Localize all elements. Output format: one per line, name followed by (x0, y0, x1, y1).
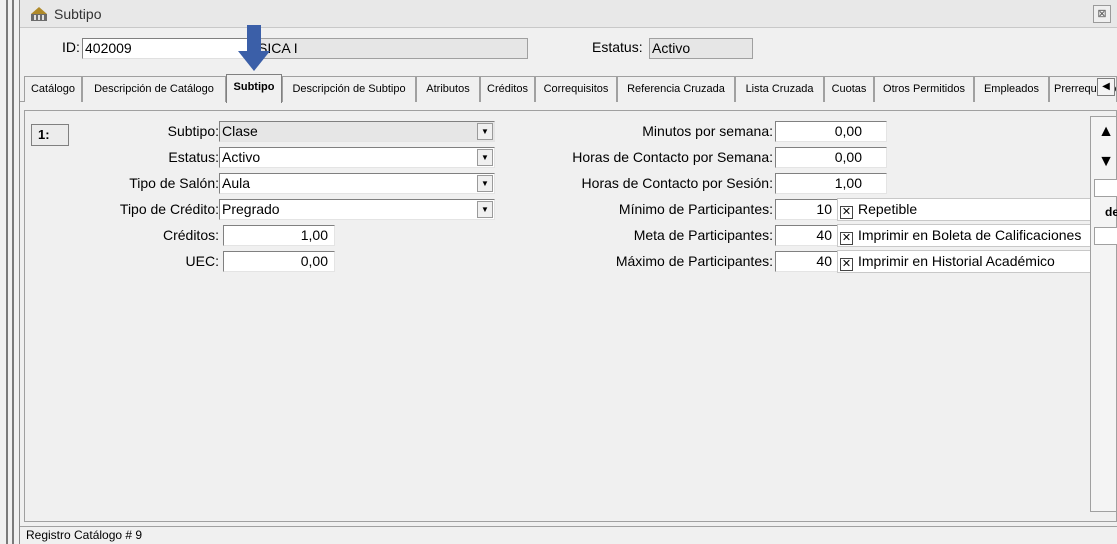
creditos-value: 1,00 (300, 227, 328, 243)
subtipo-panel: 1: Subtipo: Clase ▼ Estatus: Activo ▼ Ti… (24, 110, 1117, 522)
horas-sesion-field[interactable]: 1,00 (775, 173, 887, 194)
tab-catalogo[interactable]: Catálogo (24, 76, 82, 102)
edge-line (6, 0, 8, 544)
checkbox-checked-icon: ✕ (840, 206, 853, 219)
maximo-label: Máximo de Participantes: (615, 253, 773, 269)
checkbox-checked-icon: ✕ (840, 258, 853, 271)
title-bar: Subtipo ⊠ (20, 0, 1117, 28)
status-label: Estatus: (592, 39, 643, 55)
maximo-field[interactable]: 40 (775, 251, 839, 272)
subtipo-label: Subtipo: (167, 123, 219, 139)
imprimir-boleta-text: Imprimir en Boleta de Calificaciones (858, 227, 1082, 243)
meta-label: Meta de Participantes: (633, 227, 773, 243)
tipo-salon-select[interactable]: Aula ▼ (219, 173, 495, 194)
repetible-checkbox[interactable]: ✕ Repetible (837, 198, 1105, 221)
creditos-field[interactable]: 1,00 (223, 225, 335, 246)
subtipo-select[interactable]: Clase ▼ (219, 121, 495, 142)
tab-descripcion-catalogo[interactable]: Descripción de Catálogo (82, 76, 226, 102)
tab-subtipo[interactable]: Subtipo (226, 74, 282, 103)
creditos-label: Créditos: (162, 227, 219, 243)
tab-cuotas[interactable]: Cuotas (824, 76, 874, 102)
window-title: Subtipo (54, 5, 102, 22)
tipo-salon-label: Tipo de Salón: (129, 175, 219, 191)
close-button[interactable]: ⊠ (1093, 5, 1111, 23)
horas-sesion-value: 1,00 (834, 175, 862, 191)
tab-empleados[interactable]: Empleados (974, 76, 1049, 102)
tipo-credito-select[interactable]: Pregrado ▼ (219, 199, 495, 220)
horas-semana-field[interactable]: 0,00 (775, 147, 887, 168)
course-name-field: SICA I (252, 38, 528, 59)
tab-descripcion-subtipo[interactable]: Descripción de Subtipo (282, 76, 416, 102)
id-label: ID: (62, 39, 80, 55)
imprimir-historial-text: Imprimir en Historial Académico (858, 253, 1055, 269)
scroll-down-icon[interactable]: ▼ (1094, 151, 1117, 173)
uec-label: UEC: (185, 253, 219, 269)
edge-line (12, 0, 14, 544)
outer-window-edge (0, 0, 20, 544)
tab-correquisitos[interactable]: Correquisitos (535, 76, 617, 102)
minutos-value: 0,00 (834, 123, 862, 139)
tipo-credito-label: Tipo de Crédito: (119, 201, 219, 217)
record-number: 1: (31, 124, 69, 146)
record-scrollbar[interactable]: ▲ ▼ de (1090, 116, 1117, 512)
tab-atributos[interactable]: Atributos (416, 76, 480, 102)
minutos-label: Minutos por semana: (642, 123, 773, 139)
status-field: Activo (649, 38, 753, 59)
chevron-down-icon[interactable]: ▼ (477, 201, 493, 218)
minimo-value: 10 (816, 201, 832, 217)
tab-referencia-cruzada[interactable]: Referencia Cruzada (617, 76, 735, 102)
estatus-label: Estatus: (168, 149, 219, 165)
scroll-up-icon[interactable]: ▲ (1094, 121, 1117, 143)
minutos-field[interactable]: 0,00 (775, 121, 887, 142)
record-total-box (1094, 227, 1117, 245)
tab-otros-permitidos[interactable]: Otros Permitidos (874, 76, 974, 102)
subtipo-value: Clase (222, 123, 258, 139)
tab-lista-cruzada[interactable]: Lista Cruzada (735, 76, 824, 102)
estatus-value: Activo (222, 149, 261, 165)
pointer-arrow-icon (238, 25, 270, 71)
repetible-text: Repetible (858, 201, 918, 217)
tab-scroll-left-button[interactable]: ◀ (1097, 78, 1115, 96)
checkbox-checked-icon: ✕ (840, 232, 853, 245)
tipo-salon-value: Aula (222, 175, 251, 191)
status-bar: Registro Catálogo # 9 (20, 526, 1117, 544)
record-counter-box (1094, 179, 1117, 197)
horas-semana-label: Horas de Contacto por Semana: (572, 149, 773, 165)
subtipo-window: Subtipo ⊠ ID: 402009 SICA I Estatus: Act… (20, 0, 1117, 544)
app-icon (31, 6, 47, 21)
record-header: ID: 402009 SICA I Estatus: Activo (20, 28, 1117, 68)
tab-bar: Catálogo Descripción de Catálogo Subtipo… (20, 74, 1117, 103)
id-field[interactable]: 402009 (82, 38, 252, 59)
uec-value: 0,00 (300, 253, 328, 269)
minimo-label: Mínimo de Participantes: (618, 201, 773, 217)
maximo-value: 40 (816, 253, 832, 269)
horas-sesion-label: Horas de Contacto por Sesión: (581, 175, 773, 191)
tipo-credito-value: Pregrado (222, 201, 280, 217)
horas-semana-value: 0,00 (834, 149, 862, 165)
meta-field[interactable]: 40 (775, 225, 839, 246)
tab-creditos[interactable]: Créditos (480, 76, 535, 102)
meta-value: 40 (816, 227, 832, 243)
estatus-select[interactable]: Activo ▼ (219, 147, 495, 168)
uec-field[interactable]: 0,00 (223, 251, 335, 272)
imprimir-boleta-checkbox[interactable]: ✕ Imprimir en Boleta de Calificaciones (837, 224, 1105, 247)
chevron-down-icon[interactable]: ▼ (477, 123, 493, 140)
minimo-field[interactable]: 10 (775, 199, 839, 220)
record-of-text: de (1105, 205, 1117, 219)
imprimir-historial-checkbox[interactable]: ✕ Imprimir en Historial Académico (837, 250, 1105, 273)
